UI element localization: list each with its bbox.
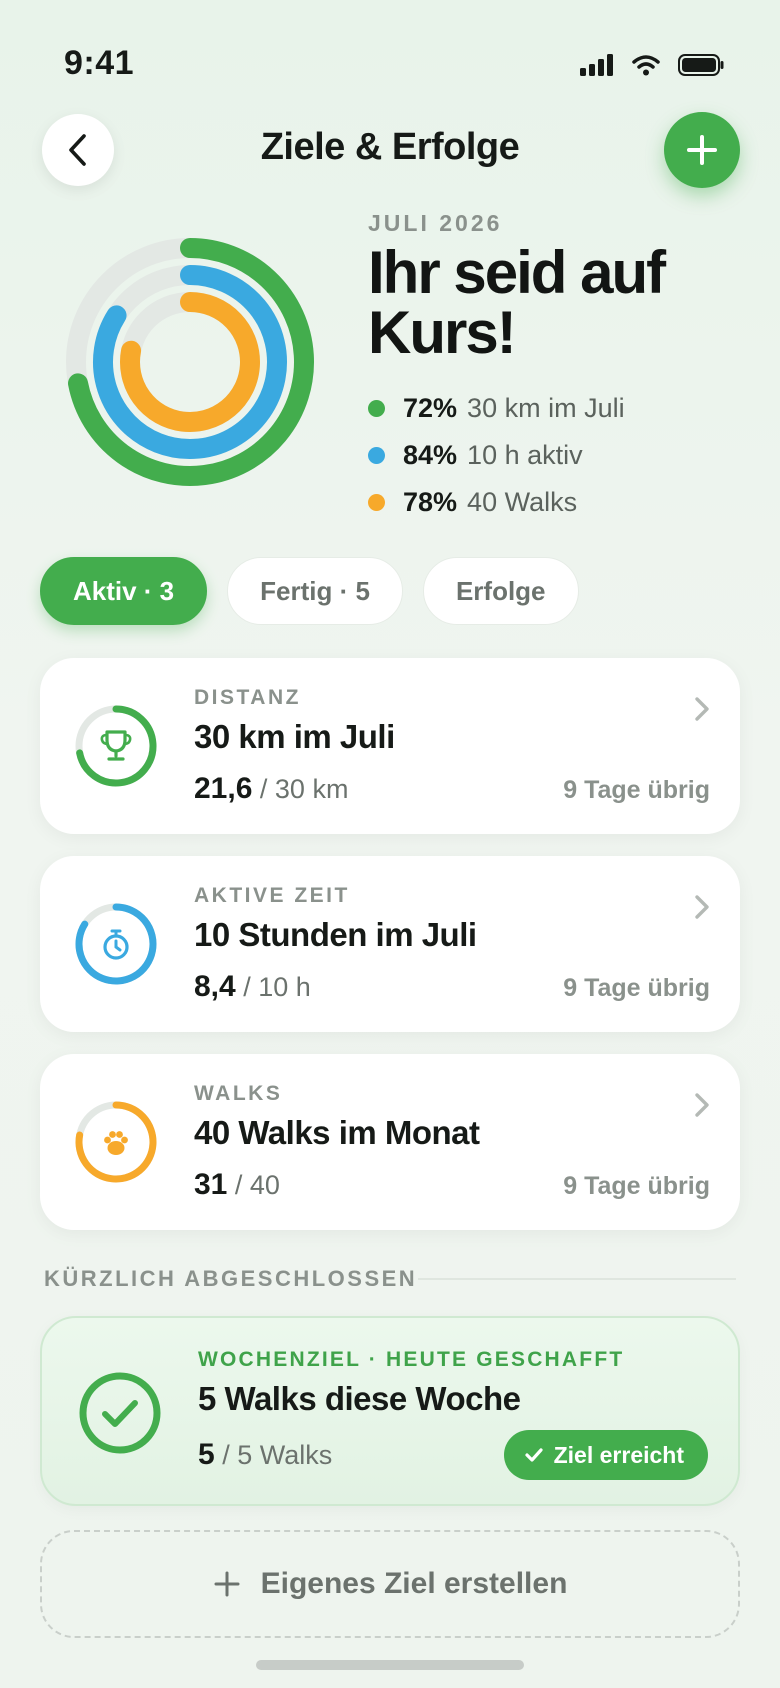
- tab-active[interactable]: Aktiv · 3: [40, 557, 208, 625]
- goal-reached-label: Ziel erreicht: [553, 1441, 684, 1468]
- trophy-icon: [100, 730, 132, 761]
- create-goal-label: Eigenes Ziel erstellen: [260, 1567, 568, 1600]
- goal-title: 10 Stunden im Juli: [194, 916, 477, 953]
- goal-category: WALKS: [194, 1082, 283, 1105]
- legend-dot: [368, 447, 385, 464]
- checkmark-circle-icon: [79, 1372, 161, 1454]
- legend-label: 40 Walks: [467, 487, 578, 517]
- progress-rings-chart: [66, 238, 314, 486]
- goal-remaining: 9 Tage übrig: [563, 776, 710, 804]
- goal-title: 30 km im Juli: [194, 718, 395, 755]
- tab-done[interactable]: Fertig · 5: [227, 557, 403, 625]
- headline-line-2: Kurs!: [368, 299, 517, 366]
- goal-current: 21,6: [194, 772, 253, 805]
- month-label: JULI 2026: [368, 210, 503, 236]
- goal-progress: 8,4 / 10 h: [194, 970, 311, 1004]
- goal-current: 31: [194, 1168, 228, 1201]
- status-time: 9:41: [64, 44, 135, 82]
- completed-goal-card[interactable]: WOCHENZIEL · HEUTE GESCHAFFT 5 Walks die…: [40, 1316, 740, 1506]
- goal-progress: 31 / 40: [194, 1168, 280, 1202]
- legend-item-time: 84% 10 h aktiv: [368, 432, 748, 479]
- goal-category: AKTIVE ZEIT: [194, 884, 350, 907]
- chevron-right-icon: [695, 895, 709, 919]
- create-goal-button[interactable]: Eigenes Ziel erstellen: [40, 1530, 740, 1638]
- legend-item-distance: 72% 30 km im Juli: [368, 385, 748, 432]
- goal-reached-badge: Ziel erreicht: [503, 1430, 708, 1480]
- status-bar: 9:41: [0, 0, 780, 110]
- goal-target: / 30 km: [259, 774, 349, 804]
- goal-remaining: 9 Tage übrig: [563, 1172, 710, 1200]
- add-goal-button[interactable]: [664, 112, 740, 188]
- plus-icon: [214, 1571, 240, 1597]
- tab-bar: Aktiv · 3 Fertig · 5 Erfolge: [40, 557, 579, 625]
- completed-goal-title: 5 Walks diese Woche: [198, 1380, 521, 1417]
- completed-goal-target: / 5 Walks: [222, 1440, 333, 1470]
- battery-icon: [678, 54, 724, 76]
- goal-title: 40 Walks im Monat: [194, 1114, 480, 1151]
- legend-label: 10 h aktiv: [467, 440, 583, 470]
- legend-label: 30 km im Juli: [467, 393, 625, 423]
- legend-percent: 78%: [403, 487, 458, 517]
- section-label-recent: KÜRZLICH ABGESCHLOSSEN: [44, 1266, 418, 1291]
- goal-target: / 10 h: [243, 972, 311, 1002]
- headline: Ihr seid auf Kurs!: [368, 243, 748, 363]
- chevron-right-icon: [695, 697, 709, 721]
- goal-progress-ring: [75, 903, 157, 985]
- goal-progress-ring: [75, 1101, 157, 1183]
- legend-item-walks: 78% 40 Walks: [368, 479, 748, 526]
- chevron-right-icon: [695, 1093, 709, 1117]
- paw-icon: [104, 1131, 128, 1155]
- wifi-icon: [632, 55, 660, 76]
- status-icons: [580, 54, 724, 76]
- check-icon: [525, 1448, 543, 1462]
- headline-line-1: Ihr seid auf: [368, 239, 666, 306]
- page-title: Ziele & Erfolge: [260, 126, 520, 168]
- hero: JULI 2026 Ihr seid auf Kurs! 72% 30 km i…: [368, 210, 748, 526]
- legend-percent: 72%: [403, 393, 458, 423]
- legend-percent: 84%: [403, 440, 458, 470]
- goal-progress: 21,6 / 30 km: [194, 772, 348, 806]
- plus-icon: [687, 135, 717, 165]
- goal-card-walks[interactable]: WALKS 40 Walks im Monat 31 / 40 9 Tage ü…: [40, 1054, 740, 1230]
- header: Ziele & Erfolge: [0, 112, 780, 192]
- goal-remaining: 9 Tage übrig: [563, 974, 710, 1002]
- completed-goal-current: 5: [198, 1438, 215, 1471]
- goal-category: DISTANZ: [194, 686, 301, 709]
- goal-target: / 40: [234, 1170, 280, 1200]
- tab-achievements[interactable]: Erfolge: [422, 557, 579, 625]
- legend-dot: [368, 400, 385, 417]
- completed-goal-kicker: WOCHENZIEL · HEUTE GESCHAFFT: [198, 1348, 625, 1371]
- goal-card-active-time[interactable]: AKTIVE ZEIT 10 Stunden im Juli 8,4 / 10 …: [40, 856, 740, 1032]
- legend: 72% 30 km im Juli 84% 10 h aktiv 78% 40 …: [368, 385, 748, 526]
- home-indicator[interactable]: [256, 1660, 524, 1670]
- goal-progress-ring: [75, 705, 157, 787]
- goal-current: 8,4: [194, 970, 236, 1003]
- completed-goal-progress: 5 / 5 Walks: [198, 1438, 332, 1472]
- goal-card-distance[interactable]: DISTANZ 30 km im Juli 21,6 / 30 km 9 Tag…: [40, 658, 740, 834]
- signal-icon: [580, 54, 613, 76]
- legend-dot: [368, 494, 385, 511]
- stopwatch-icon: [103, 929, 129, 960]
- section-divider: [418, 1278, 736, 1280]
